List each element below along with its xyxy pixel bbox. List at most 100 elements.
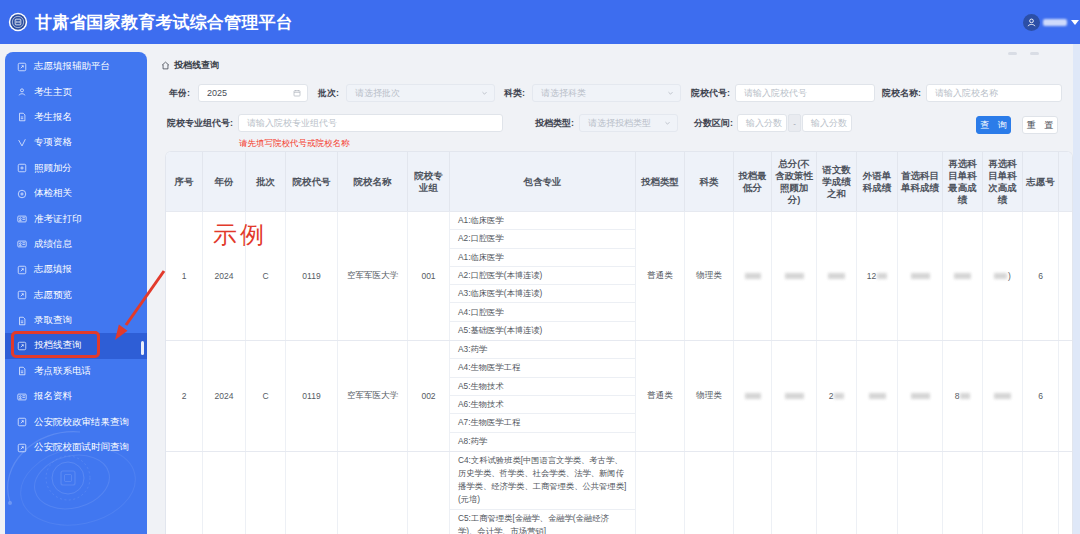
cell-total_score [772,341,817,451]
cell-foreign_lang [857,452,898,534]
score-min-input[interactable]: 输入分数 [737,114,787,132]
cell-college_name [338,452,408,534]
sidebar-item-label: 志愿预览 [34,289,72,302]
redacted-score [869,393,886,399]
redacted-score [745,393,761,399]
college-name-input[interactable]: 请输入院校名称 [926,84,1062,102]
redacted-score [785,273,804,279]
column-header-subject: 科类 [685,152,734,211]
score-max-input[interactable]: 输入分数 [802,114,852,132]
major-item: A1:临床医学 [450,249,635,267]
cell-college_code [286,452,338,534]
sidebar-item-报名资料[interactable]: 报名资料 [5,384,147,409]
card-icon [17,392,27,402]
major-item: A4:口腔医学 [450,303,635,321]
sidebar-item-志愿填报辅助平台[interactable]: 志愿填报辅助平台 [5,54,147,79]
cell-volunteer [1023,452,1059,534]
sidebar-item-准考证打印[interactable]: 准考证打印 [5,206,147,231]
sidebar-item-考生报名[interactable]: 考生报名 [5,105,147,130]
cell-re_choice_next [983,341,1023,451]
breadcrumb: 投档线查询 [161,59,219,72]
cell-archive_type [636,452,685,534]
user-menu[interactable] [1023,0,1079,44]
archive-type-select[interactable]: 请选择投档类型 [579,114,678,132]
query-button[interactable]: 查 询 [976,116,1011,134]
results-table: 序号年份批次院校代号院校名称院校专业组包含专业投档类型科类投档最低分总分(不含政… [165,151,1073,534]
sidebar-item-志愿预览[interactable]: 志愿预览 [5,283,147,308]
sidebar-scrollbar-thumb[interactable] [141,341,144,355]
table-row-1: 12024C0119空军军医大学001A1:临床医学A2:口腔医学A1:临床医学… [166,211,1072,340]
window-dashes [1008,52,1039,55]
cell-first_choice [898,452,943,534]
subject-select[interactable]: 请选择科类 [532,84,681,102]
cell-chinese_math [817,452,857,534]
sidebar-item-label: 投档线查询 [34,339,82,352]
cell-re_choice_max [943,212,983,340]
score-max-placeholder: 输入分数 [803,117,847,130]
file-icon [17,112,27,122]
year-value: 2025 [199,88,227,98]
column-header-seq: 序号 [166,152,203,211]
annotation-sample-label: 示例 [213,219,267,251]
user-icon [17,87,27,97]
cell-filler [1059,452,1073,534]
year-input[interactable]: 2025 [198,84,308,102]
sidebar-item-专项资格[interactable]: 专项资格 [5,130,147,155]
sidebar-item-考生主页[interactable]: 考生主页 [5,79,147,104]
sidebar-item-公安院校面试时间查询[interactable]: 公安院校面试时间查询 [5,435,147,460]
cell-re_choice_next [983,452,1023,534]
sidebar-item-投档线查询[interactable]: 投档线查询 [5,333,147,358]
sidebar: 志愿填报辅助平台考生主页考生报名专项资格照顾加分体检相关准考证打印成绩信息志愿填… [5,52,147,534]
group-code-input[interactable]: 请输入院校专业组代号 [238,114,503,132]
sidebar-item-成绩信息[interactable]: 成绩信息 [5,232,147,257]
cell-majors: A1:临床医学A2:口腔医学A1:临床医学A2:口腔医学(本博连读)A3:临床医… [450,212,636,340]
college-code-label: 院校代号: [691,87,730,100]
page-scrollbar-track [1073,44,1080,534]
batch-select[interactable]: 请选择批次 [346,84,495,102]
plus-square-icon [17,163,27,173]
cell-chinese_math: 2 [817,341,857,451]
archive-type-field: 投档类型: 请选择投档类型 [535,114,678,132]
check-icon [17,138,27,148]
score-range-field: 分数区间: 输入分数 - 输入分数 [694,114,852,132]
breadcrumb-label: 投档线查询 [174,59,219,72]
sidebar-item-label: 考点联系电话 [34,365,91,378]
cell-seq: 1 [166,212,203,340]
cell-filler [1059,212,1073,340]
batch-field: 批次: 请选择批次 [318,84,495,102]
sidebar-item-录取查询[interactable]: 录取查询 [5,308,147,333]
score-min-placeholder: 输入分数 [738,117,782,130]
college-code-input[interactable]: 请输入院校代号 [735,84,875,102]
cell-first_choice [898,341,943,451]
sidebar-item-志愿填报[interactable]: 志愿填报 [5,257,147,282]
sidebar-item-label: 志愿填报辅助平台 [34,60,110,73]
score-range-label: 分数区间: [694,117,733,130]
redacted-score [877,273,887,279]
column-header-total_score: 总分(不含政策性照顾加分) [772,152,817,211]
sidebar-item-照顾加分[interactable]: 照顾加分 [5,156,147,181]
chevron-down-icon [667,90,674,97]
college-code-placeholder: 请输入院校代号 [736,87,807,100]
cell-college_name: 空军军医大学 [338,212,408,340]
subject-placeholder: 请选择科类 [533,87,586,100]
cell-filler [1059,341,1073,451]
calendar-icon [293,89,301,97]
cell-min_score [734,341,772,451]
score-visible-digits: 2 [829,391,834,401]
sidebar-item-公安院校政审结果查询[interactable]: 公安院校政审结果查询 [5,409,147,434]
group-code-placeholder: 请输入院校专业组代号 [239,117,337,130]
redacted-score [994,393,1011,399]
major-item: A7:生物医学工程 [450,414,635,432]
column-header-foreign_lang: 外语单科成绩 [857,152,898,211]
major-item: A3:临床医学(本博连读) [450,285,635,303]
cell-year: 2024 [203,341,246,451]
column-header-year: 年份 [203,152,246,211]
sidebar-item-考点联系电话[interactable]: 考点联系电话 [5,359,147,384]
cell-first_choice [898,212,943,340]
reset-button[interactable]: 重 置 [1022,116,1058,134]
column-header-college_name: 院校名称 [338,152,408,211]
cell-batch [246,452,286,534]
sidebar-item-体检相关[interactable]: 体检相关 [5,181,147,206]
redacted-score [954,273,971,279]
cell-college_code: 0119 [286,341,338,451]
